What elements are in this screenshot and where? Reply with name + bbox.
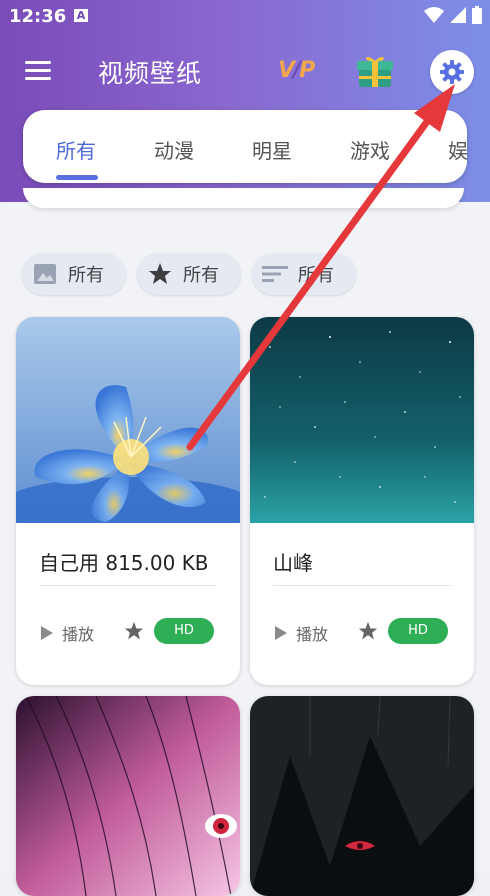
- divider: [39, 585, 217, 586]
- divider: [273, 585, 451, 586]
- vip-icon[interactable]: V/P: [278, 58, 315, 83]
- play-icon: [41, 626, 53, 640]
- tab-all[interactable]: 所有: [56, 135, 96, 164]
- tab-games[interactable]: 游戏: [350, 135, 390, 164]
- play-button[interactable]: 播放: [40, 621, 94, 645]
- signal-icon: [450, 7, 466, 23]
- tab-entertainment[interactable]: 娱: [448, 135, 467, 164]
- wallpaper-name: 山峰: [273, 551, 313, 575]
- content-area: 所有 所有 所有 自己用 815.00 KB 播放 HD 山峰 播放 HD: [0, 202, 490, 896]
- gear-icon: [440, 60, 464, 84]
- wallpaper-thumbnail-dark-hero[interactable]: [250, 696, 474, 896]
- settings-button[interactable]: [430, 50, 474, 94]
- notification-a-icon: A: [74, 9, 88, 22]
- wifi-icon: [424, 7, 444, 23]
- menu-icon[interactable]: [25, 61, 51, 81]
- status-bar: 12:36 A: [0, 0, 490, 32]
- tab-anime[interactable]: 动漫: [154, 135, 194, 164]
- filter-chip-type[interactable]: 所有: [22, 253, 126, 295]
- wallpaper-thumbnail-flower[interactable]: [16, 317, 240, 537]
- active-tab-indicator: [56, 175, 98, 180]
- tabs-card-shadow: [23, 188, 464, 208]
- hd-badge: HD: [388, 618, 448, 644]
- filter-chip-favorite[interactable]: 所有: [137, 253, 241, 295]
- star-icon: [147, 261, 173, 287]
- play-button[interactable]: 播放: [274, 621, 328, 645]
- category-tabs: 所有 动漫 明星 游戏 娱: [23, 110, 467, 183]
- hd-badge: HD: [154, 618, 214, 644]
- wallpaper-card[interactable]: [250, 696, 474, 896]
- filter-chip-label: 所有: [183, 265, 219, 286]
- favorite-star-icon[interactable]: [124, 621, 144, 641]
- filter-chip-label: 所有: [68, 265, 104, 286]
- wallpaper-thumbnail-anime-girl[interactable]: [16, 696, 240, 896]
- wallpaper-thumbnail-starry-sky[interactable]: [250, 317, 474, 523]
- filter-chip-sort[interactable]: 所有: [252, 253, 356, 295]
- play-label: 播放: [62, 625, 95, 644]
- favorite-star-icon[interactable]: [358, 621, 378, 641]
- app-bar: 视频壁纸 V/P: [0, 40, 490, 104]
- play-label: 播放: [296, 625, 329, 644]
- wallpaper-card[interactable]: 自己用 815.00 KB 播放 HD: [16, 317, 240, 685]
- wallpaper-card[interactable]: [16, 696, 240, 896]
- app-title: 视频壁纸: [98, 59, 203, 88]
- battery-icon: [472, 6, 482, 24]
- image-icon: [32, 261, 58, 287]
- sort-icon: [262, 261, 288, 287]
- wallpaper-card[interactable]: 山峰 播放 HD: [250, 317, 474, 685]
- play-icon: [275, 626, 287, 640]
- status-time: 12:36: [9, 6, 67, 27]
- tab-stars[interactable]: 明星: [252, 135, 292, 164]
- status-icons: [424, 6, 482, 24]
- gift-icon[interactable]: [357, 53, 393, 89]
- wallpaper-name: 自己用 815.00 KB: [39, 551, 209, 575]
- filter-chip-label: 所有: [298, 265, 334, 286]
